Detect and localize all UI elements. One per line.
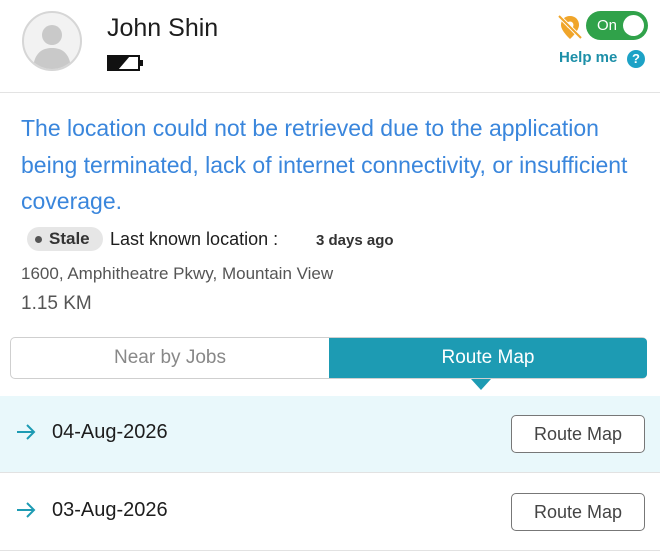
avatar: [22, 11, 82, 71]
view-tabs: Near by Jobs Route Map: [10, 337, 647, 379]
tab-route-map[interactable]: Route Map: [329, 338, 647, 378]
tab-nearby-jobs[interactable]: Near by Jobs: [11, 338, 329, 378]
route-date: 03-Aug-2026: [52, 499, 168, 521]
status-dot-icon: [35, 236, 42, 243]
user-header: John Shin On Help me ?: [0, 0, 660, 93]
battery-icon: [107, 55, 144, 76]
route-map-button[interactable]: Route Map: [511, 415, 645, 453]
location-off-icon[interactable]: [556, 13, 584, 46]
route-row[interactable]: 03-Aug-2026 Route Map: [0, 474, 660, 551]
last-known-time: 3 days ago: [316, 232, 394, 249]
tracking-toggle[interactable]: On: [586, 11, 648, 40]
status-badge: Stale: [27, 227, 103, 251]
toggle-knob: [623, 15, 644, 36]
route-date: 04-Aug-2026: [52, 421, 168, 443]
user-name: John Shin: [107, 14, 219, 42]
location-error-message: The location could not be retrieved due …: [21, 115, 628, 214]
active-tab-caret: [471, 379, 491, 390]
route-map-button[interactable]: Route Map: [511, 493, 645, 531]
help-link[interactable]: Help me: [559, 49, 617, 66]
distance-value: 1.15 KM: [21, 293, 92, 314]
status-badge-label: Stale: [49, 229, 90, 248]
last-known-label: Last known location :: [110, 229, 279, 249]
help-icon[interactable]: ?: [627, 50, 645, 68]
toggle-label: On: [597, 17, 618, 34]
person-silhouette-icon: [33, 25, 71, 69]
route-row[interactable]: 04-Aug-2026 Route Map: [0, 396, 660, 473]
arrow-right-icon: [16, 424, 36, 445]
arrow-right-icon: [16, 502, 36, 523]
last-known-address: 1600, Amphitheatre Pkwy, Mountain View: [21, 264, 334, 283]
